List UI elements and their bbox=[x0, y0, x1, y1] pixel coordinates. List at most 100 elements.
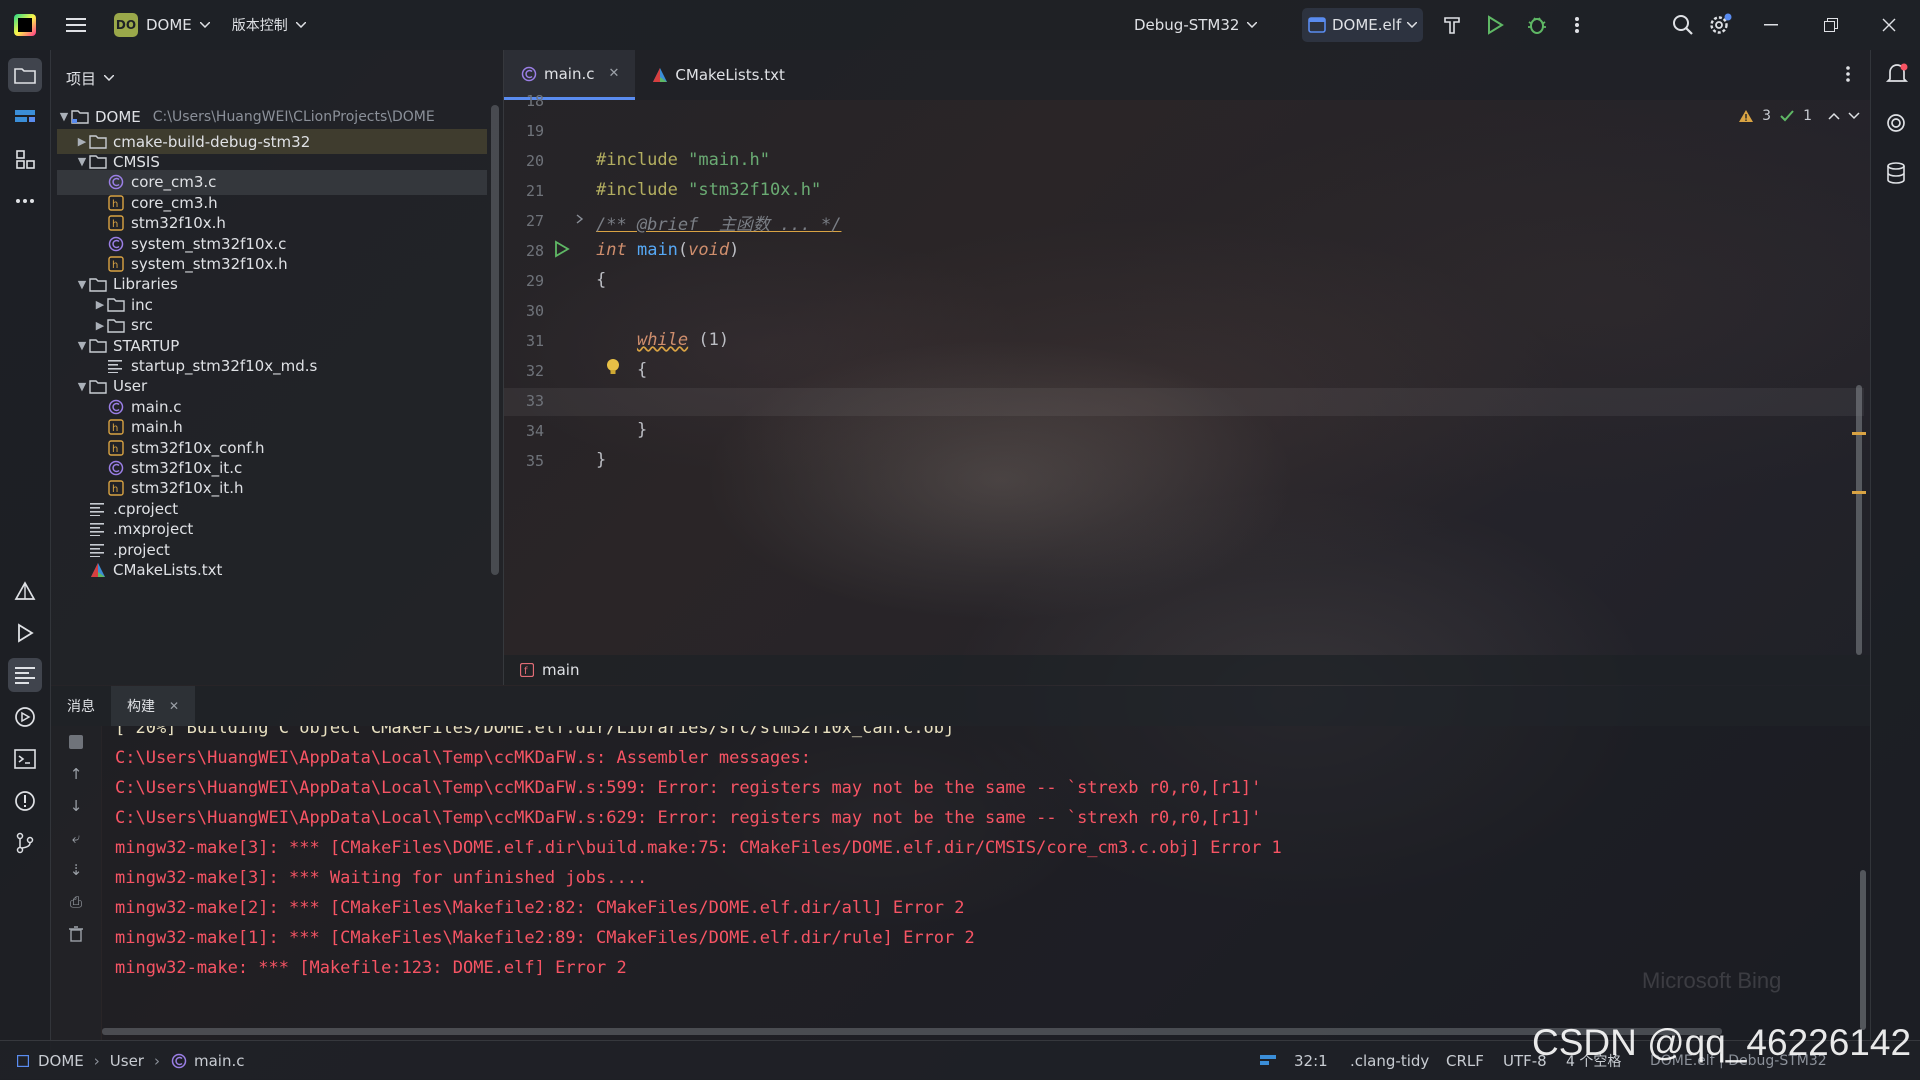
line-number: 21 bbox=[525, 182, 544, 200]
restore-window-icon[interactable] bbox=[1824, 18, 1838, 32]
minimize-window-icon[interactable] bbox=[1764, 24, 1778, 26]
structure-tool-icon[interactable] bbox=[8, 142, 42, 176]
code-line-folded-comment[interactable]: /** @brief 主函数 ... */ bbox=[596, 210, 841, 235]
project-badge: DO bbox=[114, 13, 138, 37]
settings-gear-icon[interactable] bbox=[1708, 13, 1732, 37]
editor-breadcrumb[interactable]: f main bbox=[504, 655, 1870, 685]
more-tools-icon[interactable] bbox=[8, 184, 42, 218]
arrow-up-icon[interactable]: ↑ bbox=[51, 758, 101, 790]
status-breadcrumb: DOME › User › main.c bbox=[14, 1052, 244, 1070]
project-switcher[interactable]: DO DOME bbox=[114, 13, 210, 37]
tab-build[interactable]: 构建 ✕ bbox=[111, 686, 196, 726]
close-tab-icon[interactable]: ✕ bbox=[169, 699, 179, 713]
scroll-to-end-icon[interactable]: ⇣ bbox=[51, 854, 101, 886]
collapse-arrow-icon[interactable]: ▶ bbox=[93, 319, 107, 332]
terminal-tool-icon[interactable] bbox=[8, 742, 42, 776]
ai-assistant-icon[interactable] bbox=[1885, 112, 1907, 134]
chevron-down-icon[interactable] bbox=[1848, 112, 1860, 120]
cmake-triangle-icon[interactable] bbox=[8, 574, 42, 608]
code-line-inner-close[interactable]: } bbox=[596, 420, 647, 440]
run-icon[interactable] bbox=[1486, 15, 1504, 35]
collapse-arrow-icon[interactable]: ▶ bbox=[75, 135, 89, 148]
linter-indicator[interactable]: .clang-tidy bbox=[1350, 1052, 1429, 1070]
print-icon[interactable]: ⎙ bbox=[51, 886, 101, 918]
database-icon[interactable] bbox=[1886, 162, 1906, 184]
status-crumb-folder[interactable]: User bbox=[110, 1052, 144, 1070]
run-gutter-icon[interactable] bbox=[554, 240, 570, 258]
more-actions-icon[interactable] bbox=[1574, 16, 1580, 34]
warning-marker[interactable] bbox=[1852, 491, 1866, 494]
tab-cmakelists[interactable]: CMakeLists.txt bbox=[635, 50, 800, 100]
line-number: 29 bbox=[525, 272, 544, 290]
expand-arrow-icon[interactable]: ▼ bbox=[75, 339, 89, 352]
tab-options-icon[interactable] bbox=[1846, 66, 1850, 82]
cmake-tool-icon[interactable] bbox=[8, 100, 42, 134]
inspection-widget[interactable]: 3 1 bbox=[1738, 108, 1860, 124]
line-ending-indicator[interactable]: CRLF bbox=[1446, 1052, 1484, 1070]
stop-build-icon[interactable] bbox=[51, 726, 101, 758]
expand-arrow-icon[interactable]: ▼ bbox=[75, 380, 89, 393]
services-tool-icon[interactable] bbox=[8, 700, 42, 734]
target-selector[interactable]: DOME.elf bbox=[1302, 8, 1424, 42]
fold-arrow-icon[interactable] bbox=[576, 214, 584, 224]
header-file-icon: h bbox=[107, 194, 125, 212]
expand-arrow-icon[interactable]: ▼ bbox=[75, 155, 89, 168]
soft-wrap-icon[interactable]: ⤶ bbox=[51, 822, 101, 854]
build-output-line: mingw32-make[3]: *** [CMakeFiles\DOME.el… bbox=[115, 838, 1282, 858]
caret-position[interactable]: 32:1 bbox=[1294, 1052, 1328, 1070]
code-line-main-signature[interactable]: int main(void) bbox=[596, 240, 739, 260]
search-icon[interactable] bbox=[1672, 14, 1694, 36]
output-hscrollbar[interactable] bbox=[102, 1028, 1722, 1035]
folder-icon bbox=[107, 316, 125, 334]
breadcrumb-function[interactable]: main bbox=[542, 661, 579, 679]
build-hammer-icon[interactable] bbox=[1442, 15, 1462, 35]
folder-icon bbox=[89, 153, 107, 171]
function-icon: f bbox=[518, 661, 536, 679]
code-line-brace-open[interactable]: { bbox=[596, 270, 606, 290]
status-crumb-file[interactable]: main.c bbox=[194, 1052, 245, 1070]
editor-scrollbar[interactable] bbox=[1856, 385, 1862, 655]
main-menu-icon[interactable] bbox=[66, 17, 86, 33]
code-line-include-stm32[interactable]: #include "stm32f10x.h" bbox=[596, 180, 821, 200]
warning-triangle-icon bbox=[1738, 109, 1754, 123]
output-scrollbar[interactable] bbox=[1860, 870, 1866, 1030]
close-tab-icon[interactable]: ✕ bbox=[609, 66, 620, 81]
vcs-menu[interactable]: 版本控制 bbox=[232, 15, 306, 35]
project-scrollbar[interactable] bbox=[491, 105, 499, 575]
project-panel-title: 项目 bbox=[66, 69, 97, 88]
tree-root[interactable]: ▼ DOME C:\Users\HuangWEI\CLionProjects\D… bbox=[57, 104, 487, 129]
arrow-down-icon[interactable]: ↓ bbox=[51, 790, 101, 822]
current-line-highlight bbox=[504, 388, 1864, 416]
project-panel-header[interactable]: 项目 bbox=[51, 50, 503, 106]
notifications-bell-icon[interactable] bbox=[1885, 62, 1909, 86]
trash-icon[interactable] bbox=[51, 918, 101, 950]
project-tool-icon[interactable] bbox=[8, 58, 42, 92]
cmake-status-icon[interactable] bbox=[1258, 1053, 1278, 1069]
warning-marker[interactable] bbox=[1852, 432, 1866, 435]
check-count: 1 bbox=[1803, 108, 1812, 124]
close-window-icon[interactable] bbox=[1882, 18, 1896, 32]
status-crumb-project[interactable]: DOME bbox=[38, 1052, 84, 1070]
editor-tab-bar: main.c ✕ CMakeLists.txt bbox=[504, 50, 1870, 100]
svg-text:h: h bbox=[112, 444, 118, 455]
expand-arrow-icon[interactable]: ▼ bbox=[57, 110, 71, 123]
code-line-include-main[interactable]: #include "main.h" bbox=[596, 150, 770, 170]
code-line-brace-close[interactable]: } bbox=[596, 450, 606, 470]
run-tool-icon[interactable] bbox=[8, 616, 42, 650]
code-line-inner-open[interactable]: { bbox=[596, 360, 647, 380]
chevron-up-icon[interactable] bbox=[1828, 112, 1840, 120]
run-config-selector[interactable]: Debug-STM32 bbox=[1134, 16, 1258, 34]
tree-item-label: stm32f10x_it.c bbox=[131, 458, 243, 477]
code-editor[interactable]: 3 1 18 19 20 21 27 28 29 30 31 32 33 34 35 #include … bbox=[504, 92, 1870, 655]
problems-tool-icon[interactable] bbox=[8, 784, 42, 818]
debug-bug-icon[interactable] bbox=[1526, 14, 1548, 36]
expand-arrow-icon[interactable]: ▼ bbox=[75, 278, 89, 291]
code-line-while[interactable]: while (1) bbox=[596, 330, 729, 350]
collapse-arrow-icon[interactable]: ▶ bbox=[93, 298, 107, 311]
tab-messages[interactable]: 消息 bbox=[51, 686, 111, 726]
tree-item-cmakelists-txt[interactable]: CMakeLists.txt bbox=[57, 557, 487, 582]
git-branch-icon[interactable] bbox=[8, 826, 42, 860]
text-file-icon bbox=[89, 500, 107, 518]
build-output[interactable]: [ 20%] Building C object CMakeFiles/DOME… bbox=[102, 726, 1870, 1040]
build-messages-tool-icon[interactable] bbox=[8, 658, 42, 692]
